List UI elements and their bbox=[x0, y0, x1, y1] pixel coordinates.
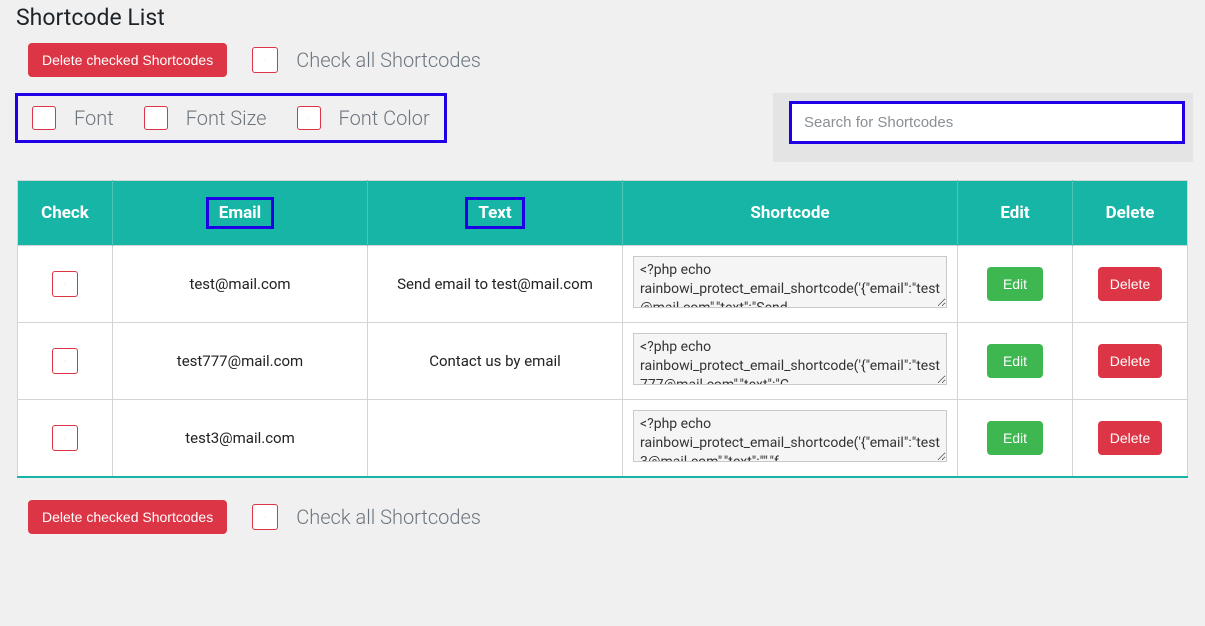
search-container bbox=[773, 93, 1193, 162]
delete-checked-button[interactable]: Delete checked Shortcodes bbox=[28, 500, 227, 534]
search-input-highlight bbox=[789, 101, 1185, 144]
cell-text: Contact us by email bbox=[368, 323, 623, 400]
shortcode-textarea[interactable] bbox=[633, 333, 947, 385]
toolbar-bottom: Delete checked Shortcodes · Check all Sh… bbox=[12, 500, 1193, 534]
th-check: Check bbox=[18, 181, 113, 246]
check-all-label: Check all Shortcodes bbox=[296, 48, 481, 72]
edit-button[interactable]: Edit bbox=[987, 267, 1043, 301]
row-checkbox[interactable]: · bbox=[52, 425, 78, 451]
page-title: Shortcode List bbox=[12, 4, 1193, 31]
delete-checked-button[interactable]: Delete checked Shortcodes bbox=[28, 43, 227, 77]
font-checkbox[interactable]: · bbox=[32, 106, 56, 130]
edit-button[interactable]: Edit bbox=[987, 421, 1043, 455]
table-row: · test3@mail.com Edit Delete bbox=[18, 400, 1188, 478]
shortcode-textarea[interactable] bbox=[633, 256, 947, 308]
font-size-checkbox[interactable]: · bbox=[144, 106, 168, 130]
row-checkbox[interactable]: · bbox=[52, 271, 78, 297]
filters-box: · Font · Font Size · Font Color bbox=[15, 93, 447, 143]
cell-email: test777@mail.com bbox=[113, 323, 368, 400]
check-all-label: Check all Shortcodes bbox=[296, 505, 481, 529]
cell-text bbox=[368, 400, 623, 478]
shortcode-textarea[interactable] bbox=[633, 410, 947, 462]
font-size-label: Font Size bbox=[186, 106, 267, 130]
delete-button[interactable]: Delete bbox=[1098, 267, 1162, 301]
edit-button[interactable]: Edit bbox=[987, 344, 1043, 378]
table-row: · test777@mail.com Contact us by email E… bbox=[18, 323, 1188, 400]
search-input[interactable] bbox=[792, 104, 1182, 141]
cell-email: test@mail.com bbox=[113, 246, 368, 323]
check-all-checkbox[interactable]: · bbox=[252, 504, 278, 530]
filter-font: · Font bbox=[32, 106, 114, 130]
table-header-row: Check Email Text Shortcode Edit Delete bbox=[18, 181, 1188, 246]
th-delete: Delete bbox=[1073, 181, 1188, 246]
th-email: Email bbox=[113, 181, 368, 246]
th-text: Text bbox=[368, 181, 623, 246]
cell-email: test3@mail.com bbox=[113, 400, 368, 478]
shortcode-table: Check Email Text Shortcode Edit Delete ·… bbox=[17, 180, 1188, 478]
table-row: · test@mail.com Send email to test@mail.… bbox=[18, 246, 1188, 323]
check-all-checkbox[interactable]: · bbox=[252, 47, 278, 73]
toolbar-top: Delete checked Shortcodes · Check all Sh… bbox=[12, 43, 1193, 77]
cell-text: Send email to test@mail.com bbox=[368, 246, 623, 323]
delete-button[interactable]: Delete bbox=[1098, 421, 1162, 455]
check-all-group: · Check all Shortcodes bbox=[252, 504, 481, 530]
filter-font-color: · Font Color bbox=[297, 106, 430, 130]
th-shortcode: Shortcode bbox=[623, 181, 958, 246]
font-color-label: Font Color bbox=[339, 106, 430, 130]
th-edit: Edit bbox=[958, 181, 1073, 246]
font-color-checkbox[interactable]: · bbox=[297, 106, 321, 130]
check-all-group: · Check all Shortcodes bbox=[252, 47, 481, 73]
delete-button[interactable]: Delete bbox=[1098, 344, 1162, 378]
row-checkbox[interactable]: · bbox=[52, 348, 78, 374]
filters-row: · Font · Font Size · Font Color bbox=[12, 93, 1193, 162]
filter-font-size: · Font Size bbox=[144, 106, 267, 130]
font-label: Font bbox=[74, 106, 114, 130]
